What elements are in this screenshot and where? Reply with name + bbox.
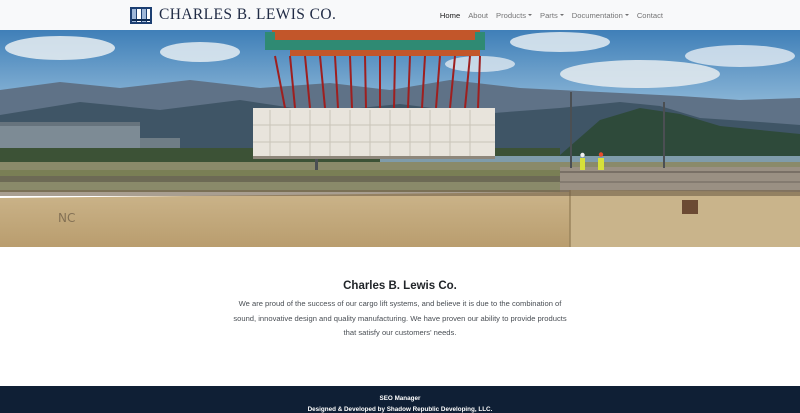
brand-logo-icon <box>130 6 152 24</box>
intro-section: Charles B. Lewis Co. We are proud of the… <box>0 247 800 386</box>
nav-link-label: About <box>468 10 489 20</box>
nav-link-home[interactable]: Home <box>436 11 464 20</box>
navbar: CHARLES B. LEWIS CO. Home About Products… <box>0 0 800 30</box>
main-nav: Home About Products Parts Documentation … <box>436 0 667 30</box>
nav-item-documentation: Documentation <box>568 11 633 20</box>
nav-dropdown-products[interactable]: Products <box>492 11 536 20</box>
nav-dropdown-parts[interactable]: Parts <box>536 11 568 20</box>
hero-image: NC <box>0 30 800 247</box>
svg-text:NC: NC <box>58 211 75 225</box>
nav-item-products: Products <box>492 11 536 20</box>
nav-link-label: Documentation <box>571 10 623 20</box>
caret-down-icon <box>528 14 533 16</box>
caret-down-icon <box>559 14 564 16</box>
nav-link-contact[interactable]: Contact <box>633 11 667 20</box>
intro-title: Charles B. Lewis Co. <box>343 280 457 292</box>
caret-down-icon <box>624 14 629 16</box>
nav-link-label: Parts <box>540 10 558 20</box>
nav-dropdown-documentation[interactable]: Documentation <box>568 11 633 20</box>
nav-link-label: Products <box>496 10 527 20</box>
nav-item-about: About <box>464 11 492 20</box>
footer-credit: Designed & Developed by Shadow Republic … <box>307 406 493 413</box>
nav-link-label: Contact <box>636 10 663 20</box>
hero-banner: NC <box>0 30 800 247</box>
nav-item-parts: Parts <box>536 11 568 20</box>
brand-name: CHARLES B. LEWIS CO. <box>159 6 337 23</box>
nav-item-contact: Contact <box>633 11 667 20</box>
nav-link-about[interactable]: About <box>464 11 492 20</box>
nav-link-label: Home <box>439 10 461 20</box>
intro-paragraph: We are proud of the success of our cargo… <box>233 299 567 337</box>
footer: SEO Manager Designed & Developed by Shad… <box>0 386 800 413</box>
nav-item-home: Home <box>436 11 464 20</box>
brand-link[interactable]: CHARLES B. LEWIS CO. <box>130 5 336 25</box>
footer-seo-link[interactable]: SEO Manager <box>0 395 800 402</box>
